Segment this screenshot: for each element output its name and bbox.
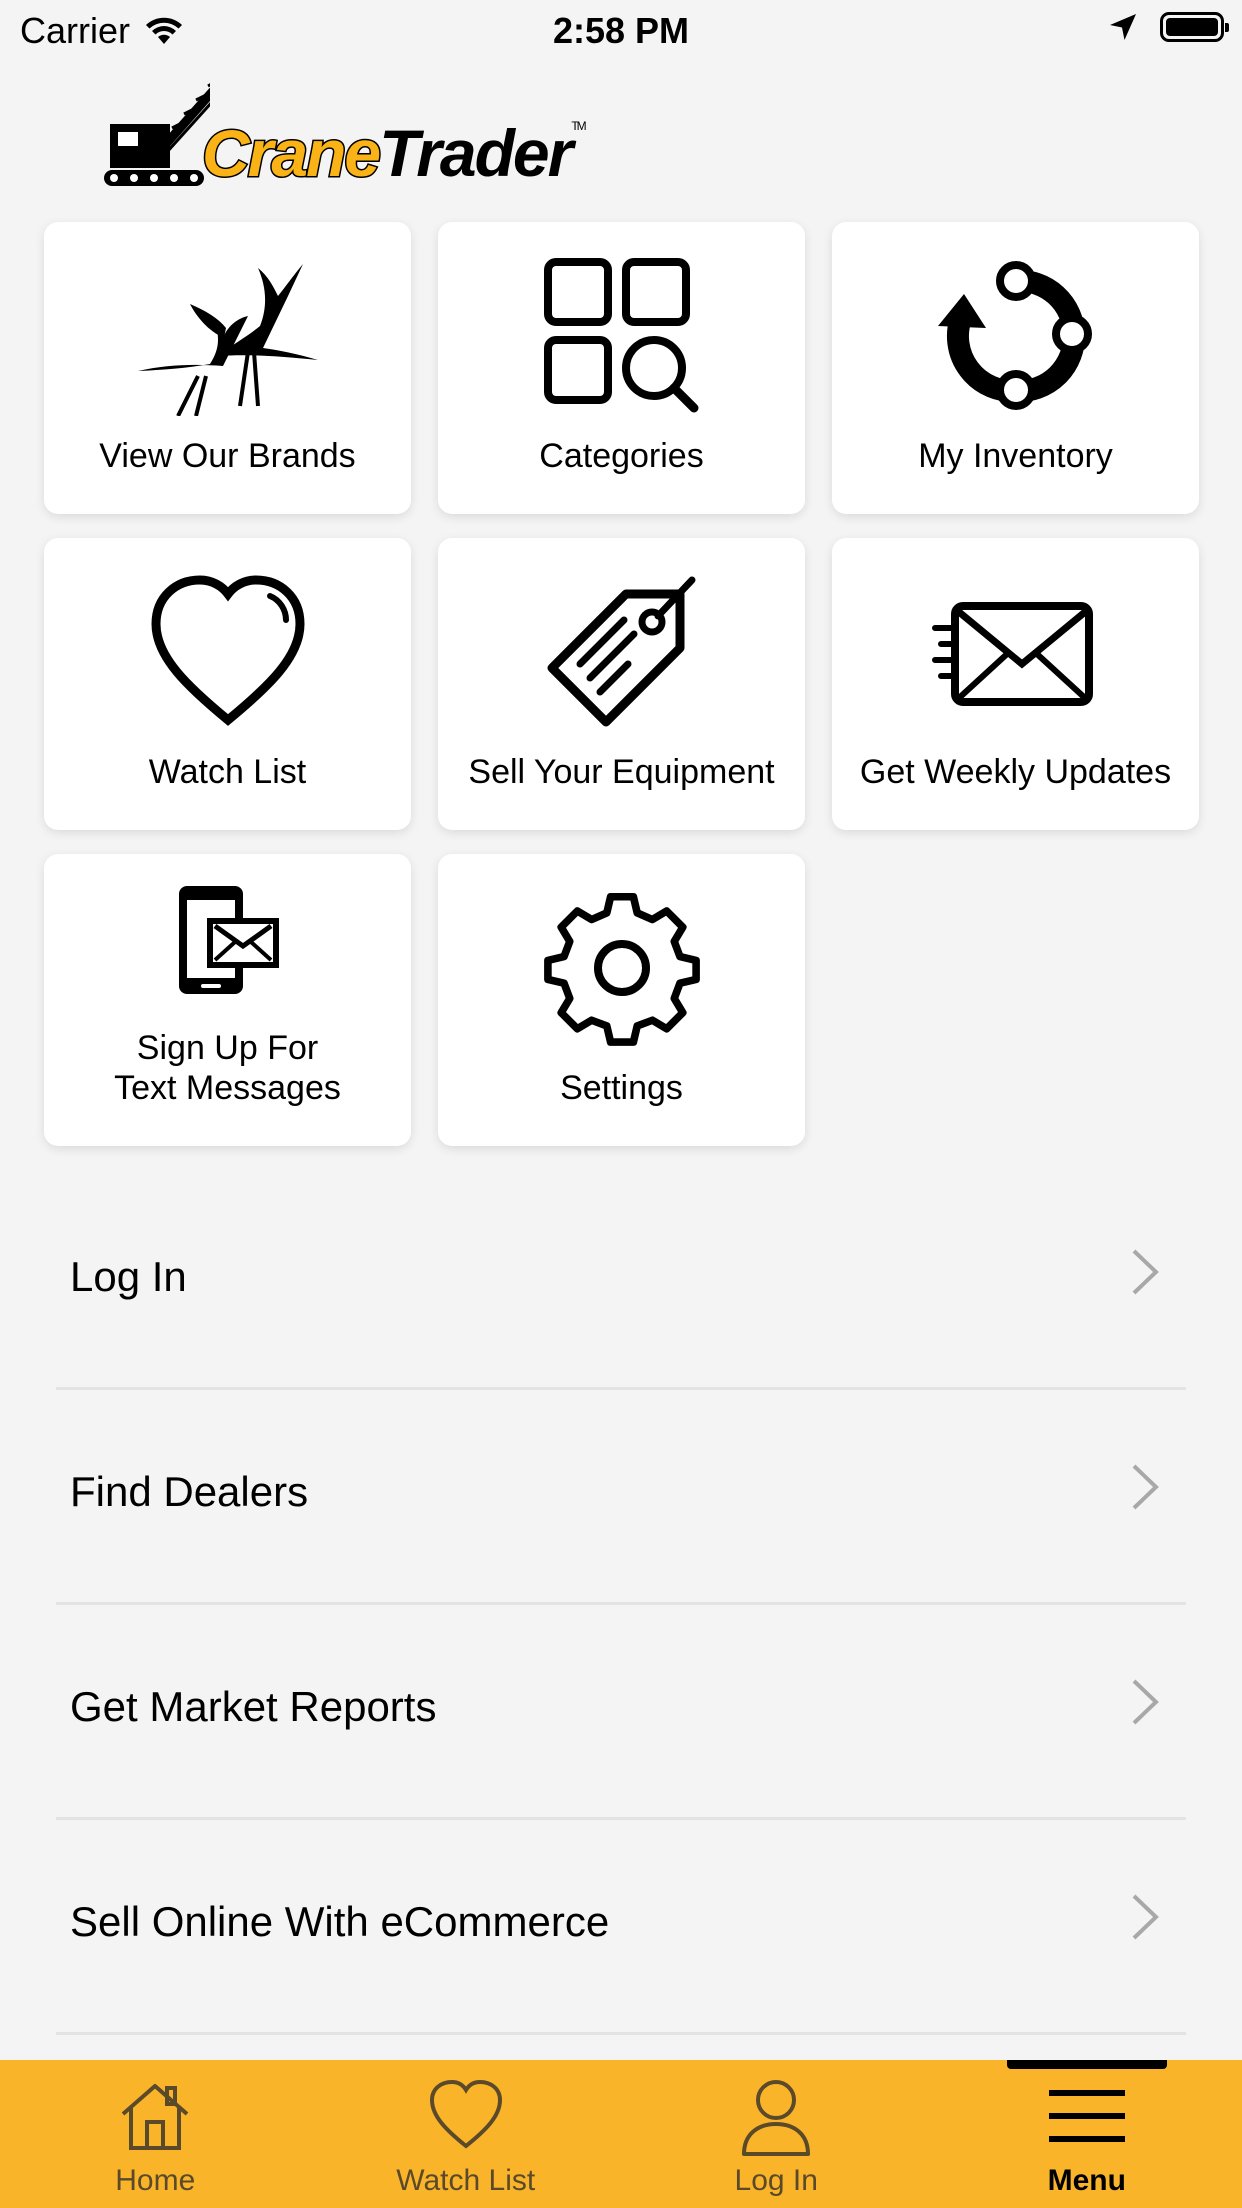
menu-item-label: Sell Online With eCommerce xyxy=(70,1898,610,1945)
tile-sell-your-equipment[interactable]: Sell Your Equipment xyxy=(438,538,805,830)
chevron-right-icon xyxy=(1132,1894,1159,1940)
tile-my-inventory[interactable]: My Inventory xyxy=(832,222,1199,514)
home-icon xyxy=(0,2078,311,2158)
status-bar: Carrier 2:58 PM xyxy=(0,0,1242,62)
chevron-right-icon xyxy=(1132,1464,1159,1510)
tab-home[interactable]: Home xyxy=(0,2060,311,2208)
tab-label: Watch List xyxy=(396,2164,536,2197)
tile-label: View Our Brands xyxy=(99,437,356,475)
chevron-right-icon xyxy=(1132,1249,1159,1295)
tab-bar: Home Watch List Log In Menu xyxy=(0,2060,1242,2208)
tab-label: Log In xyxy=(734,2164,818,2197)
menu-item-label: Log In xyxy=(70,1253,187,1300)
crane-logo-icon xyxy=(104,83,210,186)
tab-label: Menu xyxy=(1047,2164,1126,2197)
heart-icon xyxy=(311,2078,622,2158)
menu-list: Log In Find Dealers Get Market Reports S… xyxy=(0,1175,1242,2035)
cranetrader-logo: CraneTraderTM xyxy=(100,62,620,192)
menu-item-log-in[interactable]: Log In xyxy=(0,1175,1242,1390)
logo-word-crane: Crane xyxy=(200,116,382,190)
divider xyxy=(56,2032,1186,2035)
tab-menu[interactable]: Menu xyxy=(932,2060,1242,2208)
tile-label: Sell Your Equipment xyxy=(468,753,775,791)
tile-watch-list[interactable]: Watch List xyxy=(44,538,411,830)
price-tag-icon xyxy=(438,572,805,732)
tile-get-weekly-updates[interactable]: Get Weekly Updates xyxy=(832,538,1199,830)
menu-item-label: Get Market Reports xyxy=(70,1683,437,1730)
gear-icon xyxy=(438,888,805,1048)
tab-watch-list[interactable]: Watch List xyxy=(311,2060,622,2208)
tile-sign-up-text-messages[interactable]: Sign Up For Text Messages xyxy=(44,854,411,1146)
battery-icon xyxy=(1160,12,1229,42)
categories-grid-search-icon xyxy=(438,256,805,416)
tile-label: Get Weekly Updates xyxy=(859,753,1172,791)
tile-label: My Inventory xyxy=(918,437,1113,475)
tile-view-our-brands[interactable]: View Our Brands xyxy=(44,222,411,514)
tile-label: Settings xyxy=(560,1069,683,1107)
location-arrow-icon xyxy=(1110,14,1136,40)
chevron-right-icon xyxy=(1132,1679,1159,1725)
tab-label: Home xyxy=(115,2164,196,2197)
person-icon xyxy=(621,2078,932,2158)
logo-word-trader: Trader xyxy=(379,116,573,190)
inventory-cycle-icon xyxy=(832,256,1199,416)
tile-label: Categories xyxy=(539,437,704,475)
tile-label: Watch List xyxy=(148,753,307,791)
menu-item-label: Find Dealers xyxy=(70,1468,309,1515)
menu-item-sell-online-ecommerce[interactable]: Sell Online With eCommerce xyxy=(0,1820,1242,2035)
status-right xyxy=(1108,12,1229,42)
phone-message-icon xyxy=(44,880,411,1000)
hamburger-menu-icon xyxy=(932,2078,1242,2158)
menu-item-get-market-reports[interactable]: Get Market Reports xyxy=(0,1605,1242,1820)
tab-log-in[interactable]: Log In xyxy=(621,2060,932,2208)
menu-item-find-dealers[interactable]: Find Dealers xyxy=(0,1390,1242,1605)
tile-label: Sign Up For Text Messages xyxy=(114,1029,341,1107)
logo-wordmark: CraneTraderTM xyxy=(200,119,586,188)
logo-tm: TM xyxy=(571,119,586,133)
cranes-birds-icon xyxy=(44,256,411,416)
status-time: 2:58 PM xyxy=(552,10,690,51)
tile-settings[interactable]: Settings xyxy=(438,854,805,1146)
heart-icon xyxy=(44,572,411,732)
tile-categories[interactable]: Categories xyxy=(438,222,805,514)
envelope-fast-icon xyxy=(832,572,1199,732)
active-tab-indicator xyxy=(1006,2060,1167,2069)
